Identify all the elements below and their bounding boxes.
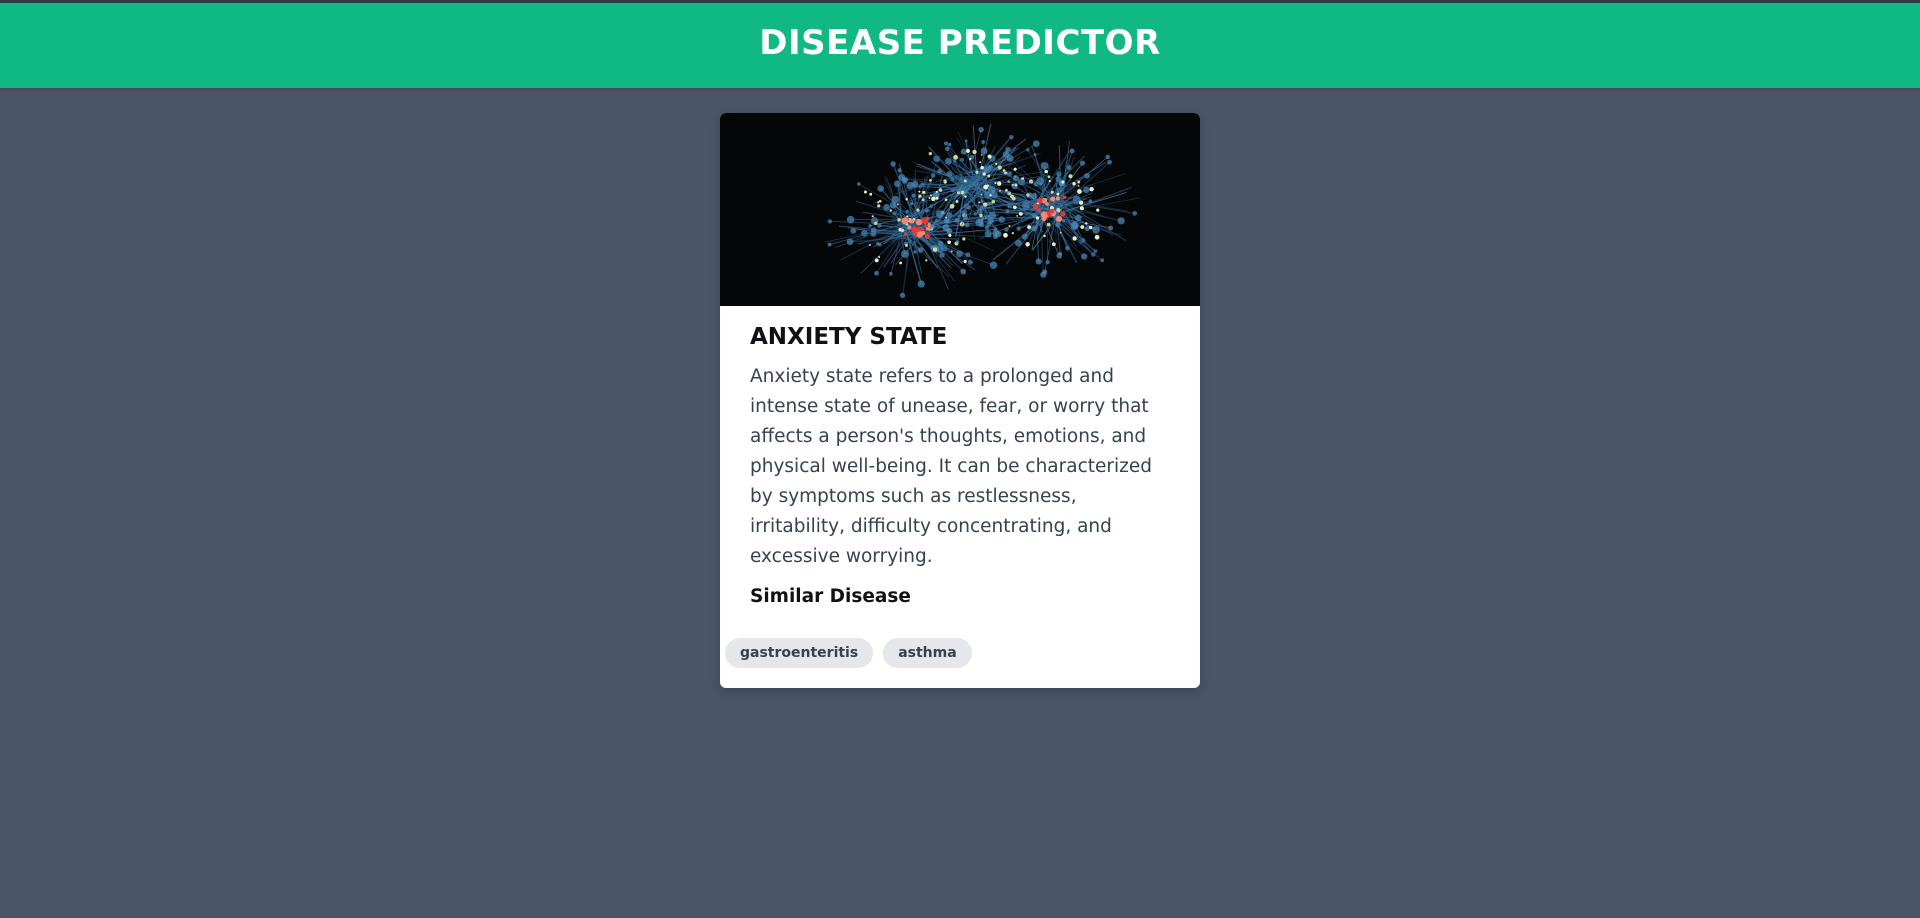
- neural-network-image-icon: [824, 123, 1140, 299]
- tag-asthma[interactable]: asthma: [883, 638, 972, 668]
- disease-title: ANXIETY STATE: [750, 324, 948, 350]
- card-body: ANXIETY STATE Anxiety state refers to a …: [720, 306, 1200, 607]
- disease-card: ANXIETY STATE Anxiety state refers to a …: [720, 113, 1200, 688]
- disease-image: [720, 113, 1200, 306]
- similar-disease-tags: gastroenteritis asthma: [725, 638, 972, 668]
- disease-description: Anxiety state refers to a prolonged and …: [750, 366, 1152, 567]
- tag-gastroenteritis[interactable]: gastroenteritis: [725, 638, 874, 668]
- similar-disease-heading: Similar Disease: [750, 586, 911, 607]
- app-header: DISEASE PREDICTOR: [0, 3, 1920, 88]
- app-title: DISEASE PREDICTOR: [759, 22, 1161, 63]
